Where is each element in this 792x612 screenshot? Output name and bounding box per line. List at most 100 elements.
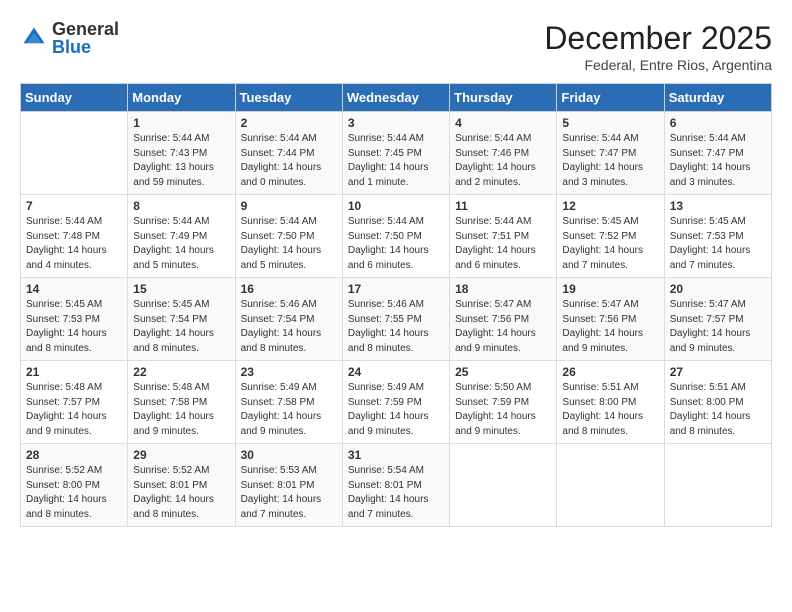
cell-info: Sunrise: 5:45 AM Sunset: 7:53 PM Dayligh… bbox=[670, 215, 766, 273]
title-block: December 2025 Federal, Entre Rios, Argen… bbox=[544, 20, 772, 73]
cell-info: Sunrise: 5:53 AM Sunset: 8:01 PM Dayligh… bbox=[241, 464, 337, 522]
cell-info: Sunrise: 5:44 AM Sunset: 7:43 PM Dayligh… bbox=[133, 132, 229, 190]
cell-info: Sunrise: 5:44 AM Sunset: 7:47 PM Dayligh… bbox=[562, 132, 658, 190]
cell-info: Sunrise: 5:45 AM Sunset: 7:54 PM Dayligh… bbox=[133, 298, 229, 356]
cell-info: Sunrise: 5:48 AM Sunset: 7:57 PM Dayligh… bbox=[26, 381, 122, 439]
calendar-cell: 22Sunrise: 5:48 AM Sunset: 7:58 PM Dayli… bbox=[128, 361, 235, 444]
calendar-cell: 30 Sunrise: 5:53 AM Sunset: 8:01 PM Dayli… bbox=[235, 444, 342, 527]
day-number: 13 bbox=[670, 199, 766, 213]
day-number: 15 bbox=[133, 282, 229, 296]
calendar-cell: 28Sunrise: 5:52 AM Sunset: 8:00 PM Dayli… bbox=[21, 444, 128, 527]
cell-info: Sunrise: 5:47 AM Sunset: 7:57 PM Dayligh… bbox=[670, 298, 766, 356]
calendar-body: 1 Sunrise: 5:44 AM Sunset: 7:43 PM Daylig… bbox=[21, 112, 772, 527]
day-number: 21 bbox=[26, 365, 122, 379]
logo-icon bbox=[20, 24, 48, 52]
calendar-cell: 2Sunrise: 5:44 AM Sunset: 7:44 PM Daylig… bbox=[235, 112, 342, 195]
day-number: 30 bbox=[241, 448, 337, 462]
cell-info: Sunrise: 5:45 AM Sunset: 7:52 PM Dayligh… bbox=[562, 215, 658, 273]
column-header-tuesday: Tuesday bbox=[235, 84, 342, 112]
calendar-cell: 19 Sunrise: 5:47 AM Sunset: 7:56 PM Dayli… bbox=[557, 278, 664, 361]
calendar-week-row: 21 Sunrise: 5:48 AM Sunset: 7:57 PM Dayli… bbox=[21, 361, 772, 444]
day-number: 22 bbox=[133, 365, 229, 379]
day-number: 10 bbox=[348, 199, 444, 213]
cell-info: Sunrise: 5:44 AM Sunset: 7:44 PM Dayligh… bbox=[241, 132, 337, 190]
calendar-cell: 23 Sunrise: 5:49 AM Sunset: 7:58 PM Dayli… bbox=[235, 361, 342, 444]
day-number: 26 bbox=[562, 365, 658, 379]
cell-info: Sunrise: 5:49 AM Sunset: 7:58 PM Dayligh… bbox=[241, 381, 337, 439]
day-number: 7 bbox=[26, 199, 122, 213]
calendar-cell: 7 Sunrise: 5:44 AM Sunset: 7:48 PM Daylig… bbox=[21, 195, 128, 278]
logo-general: General bbox=[52, 20, 119, 38]
calendar-cell: 16Sunrise: 5:46 AM Sunset: 7:54 PM Dayli… bbox=[235, 278, 342, 361]
day-number: 31 bbox=[348, 448, 444, 462]
calendar-cell bbox=[664, 444, 771, 527]
calendar-cell: 12 Sunrise: 5:45 AM Sunset: 7:52 PM Dayli… bbox=[557, 195, 664, 278]
column-header-monday: Monday bbox=[128, 84, 235, 112]
cell-info: Sunrise: 5:44 AM Sunset: 7:48 PM Dayligh… bbox=[26, 215, 122, 273]
cell-info: Sunrise: 5:50 AM Sunset: 7:59 PM Dayligh… bbox=[455, 381, 551, 439]
cell-info: Sunrise: 5:44 AM Sunset: 7:50 PM Dayligh… bbox=[241, 215, 337, 273]
cell-info: Sunrise: 5:44 AM Sunset: 7:49 PM Dayligh… bbox=[133, 215, 229, 273]
calendar-header-row: SundayMondayTuesdayWednesdayThursdayFrid… bbox=[21, 84, 772, 112]
calendar-week-row: 14Sunrise: 5:45 AM Sunset: 7:53 PM Dayli… bbox=[21, 278, 772, 361]
calendar-cell bbox=[21, 112, 128, 195]
cell-info: Sunrise: 5:49 AM Sunset: 7:59 PM Dayligh… bbox=[348, 381, 444, 439]
day-number: 8 bbox=[133, 199, 229, 213]
column-header-thursday: Thursday bbox=[450, 84, 557, 112]
cell-info: Sunrise: 5:46 AM Sunset: 7:55 PM Dayligh… bbox=[348, 298, 444, 356]
calendar-cell: 4Sunrise: 5:44 AM Sunset: 7:46 PM Daylig… bbox=[450, 112, 557, 195]
calendar-cell: 10Sunrise: 5:44 AM Sunset: 7:50 PM Dayli… bbox=[342, 195, 449, 278]
calendar-cell: 11 Sunrise: 5:44 AM Sunset: 7:51 PM Dayli… bbox=[450, 195, 557, 278]
logo: General Blue bbox=[20, 20, 119, 56]
calendar-cell: 3Sunrise: 5:44 AM Sunset: 7:45 PM Daylig… bbox=[342, 112, 449, 195]
cell-info: Sunrise: 5:44 AM Sunset: 7:51 PM Dayligh… bbox=[455, 215, 551, 273]
day-number: 24 bbox=[348, 365, 444, 379]
calendar-cell: 8 Sunrise: 5:44 AM Sunset: 7:49 PM Daylig… bbox=[128, 195, 235, 278]
day-number: 16 bbox=[241, 282, 337, 296]
day-number: 14 bbox=[26, 282, 122, 296]
logo-blue: Blue bbox=[52, 38, 119, 56]
day-number: 1 bbox=[133, 116, 229, 130]
cell-info: Sunrise: 5:47 AM Sunset: 7:56 PM Dayligh… bbox=[562, 298, 658, 356]
day-number: 29 bbox=[133, 448, 229, 462]
day-number: 3 bbox=[348, 116, 444, 130]
page-header: General Blue December 2025 Federal, Entr… bbox=[20, 20, 772, 73]
calendar-cell: 25 Sunrise: 5:50 AM Sunset: 7:59 PM Dayli… bbox=[450, 361, 557, 444]
calendar-week-row: 7 Sunrise: 5:44 AM Sunset: 7:48 PM Daylig… bbox=[21, 195, 772, 278]
calendar-cell: 29 Sunrise: 5:52 AM Sunset: 8:01 PM Dayli… bbox=[128, 444, 235, 527]
cell-info: Sunrise: 5:52 AM Sunset: 8:01 PM Dayligh… bbox=[133, 464, 229, 522]
day-number: 6 bbox=[670, 116, 766, 130]
calendar-cell: 15 Sunrise: 5:45 AM Sunset: 7:54 PM Dayli… bbox=[128, 278, 235, 361]
calendar-cell: 6 Sunrise: 5:44 AM Sunset: 7:47 PM Daylig… bbox=[664, 112, 771, 195]
cell-info: Sunrise: 5:54 AM Sunset: 8:01 PM Dayligh… bbox=[348, 464, 444, 522]
day-number: 19 bbox=[562, 282, 658, 296]
calendar-cell: 20 Sunrise: 5:47 AM Sunset: 7:57 PM Dayli… bbox=[664, 278, 771, 361]
column-header-saturday: Saturday bbox=[664, 84, 771, 112]
day-number: 17 bbox=[348, 282, 444, 296]
column-header-sunday: Sunday bbox=[21, 84, 128, 112]
day-number: 25 bbox=[455, 365, 551, 379]
cell-info: Sunrise: 5:51 AM Sunset: 8:00 PM Dayligh… bbox=[670, 381, 766, 439]
cell-info: Sunrise: 5:44 AM Sunset: 7:47 PM Dayligh… bbox=[670, 132, 766, 190]
calendar-cell: 1 Sunrise: 5:44 AM Sunset: 7:43 PM Daylig… bbox=[128, 112, 235, 195]
day-number: 23 bbox=[241, 365, 337, 379]
day-number: 5 bbox=[562, 116, 658, 130]
calendar-cell: 13 Sunrise: 5:45 AM Sunset: 7:53 PM Dayli… bbox=[664, 195, 771, 278]
month-title: December 2025 bbox=[544, 20, 772, 57]
day-number: 12 bbox=[562, 199, 658, 213]
day-number: 20 bbox=[670, 282, 766, 296]
calendar-cell: 24 Sunrise: 5:49 AM Sunset: 7:59 PM Dayli… bbox=[342, 361, 449, 444]
calendar-cell: 21 Sunrise: 5:48 AM Sunset: 7:57 PM Dayli… bbox=[21, 361, 128, 444]
calendar-cell bbox=[557, 444, 664, 527]
calendar-cell: 5 Sunrise: 5:44 AM Sunset: 7:47 PM Daylig… bbox=[557, 112, 664, 195]
column-header-friday: Friday bbox=[557, 84, 664, 112]
calendar-table: SundayMondayTuesdayWednesdayThursdayFrid… bbox=[20, 83, 772, 527]
calendar-cell: 14Sunrise: 5:45 AM Sunset: 7:53 PM Dayli… bbox=[21, 278, 128, 361]
location-subtitle: Federal, Entre Rios, Argentina bbox=[544, 57, 772, 73]
calendar-week-row: 28Sunrise: 5:52 AM Sunset: 8:00 PM Dayli… bbox=[21, 444, 772, 527]
calendar-cell: 9Sunrise: 5:44 AM Sunset: 7:50 PM Daylig… bbox=[235, 195, 342, 278]
day-number: 27 bbox=[670, 365, 766, 379]
day-number: 11 bbox=[455, 199, 551, 213]
day-number: 18 bbox=[455, 282, 551, 296]
cell-info: Sunrise: 5:52 AM Sunset: 8:00 PM Dayligh… bbox=[26, 464, 122, 522]
